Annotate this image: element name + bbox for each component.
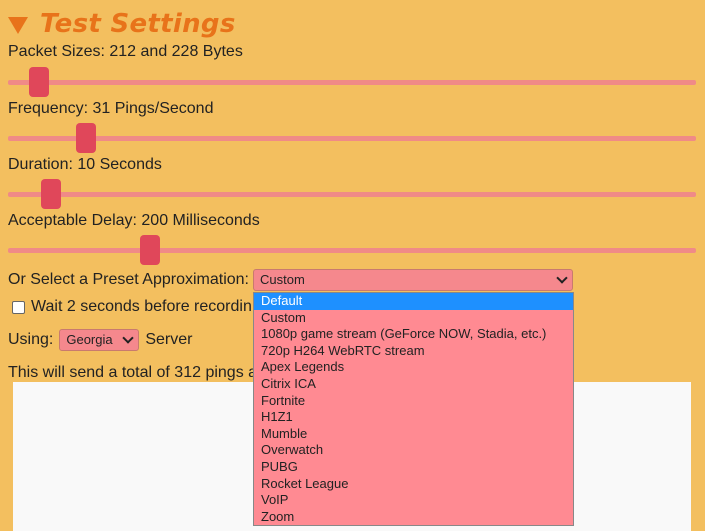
preset-option-default[interactable]: Default [254, 293, 573, 310]
frequency-label: Frequency: 31 Pings/Second [8, 100, 214, 117]
packet-sizes-slider[interactable] [8, 67, 696, 97]
preset-option-pubg[interactable]: PUBG [254, 459, 573, 476]
preset-option-rocket-league[interactable]: Rocket League [254, 476, 573, 493]
wait-checkbox[interactable] [12, 300, 25, 314]
preset-option-overwatch[interactable]: Overwatch [254, 442, 573, 459]
preset-option-custom[interactable]: Custom [254, 310, 573, 327]
preset-label: Or Select a Preset Approximation: [8, 271, 249, 288]
summary-text: This will send a total of 312 pings a [8, 364, 258, 381]
collapse-triangle-icon[interactable] [8, 16, 28, 34]
server-selected-value: Georgia [66, 332, 113, 347]
server-select[interactable]: Georgia [59, 329, 140, 351]
slider-track[interactable] [8, 192, 696, 197]
preset-option-720p-webrtc[interactable]: 720p H264 WebRTC stream [254, 343, 573, 360]
slider-thumb[interactable] [28, 67, 49, 97]
slider-thumb[interactable] [140, 235, 161, 265]
slider-thumb[interactable] [75, 123, 96, 153]
preset-select[interactable]: Custom [253, 269, 573, 291]
slider-track[interactable] [8, 248, 696, 253]
slider-track[interactable] [8, 80, 696, 85]
preset-option-1080p-game-stream[interactable]: 1080p game stream (GeForce NOW, Stadia, … [254, 326, 573, 343]
preset-option-apex-legends[interactable]: Apex Legends [254, 359, 573, 376]
duration-slider[interactable] [8, 179, 696, 209]
preset-option-mumble[interactable]: Mumble [254, 426, 573, 443]
acceptable-delay-label: Acceptable Delay: 200 Milliseconds [8, 212, 260, 229]
section-title: Test Settings [40, 9, 236, 39]
preset-selected-value: Custom [260, 272, 305, 287]
server-row: Using: Georgia Server [8, 329, 192, 351]
preset-option-voip[interactable]: VoIP [254, 492, 573, 509]
using-label: Using: [8, 331, 54, 348]
acceptable-delay-slider[interactable] [8, 235, 696, 265]
wait-label: Wait 2 seconds before recordin [31, 298, 252, 315]
duration-label: Duration: 10 Seconds [8, 156, 162, 173]
preset-dropdown-list[interactable]: Default Custom 1080p game stream (GeForc… [253, 292, 574, 526]
slider-track[interactable] [8, 136, 696, 141]
wait-option[interactable]: Wait 2 seconds before recordin [12, 298, 252, 316]
frequency-slider[interactable] [8, 123, 696, 153]
packet-sizes-label: Packet Sizes: 212 and 228 Bytes [8, 43, 243, 60]
preset-option-h1z1[interactable]: H1Z1 [254, 409, 573, 426]
preset-option-zoom[interactable]: Zoom [254, 509, 573, 526]
server-suffix-label: Server [145, 331, 193, 348]
preset-option-fortnite[interactable]: Fortnite [254, 393, 573, 410]
chevron-down-icon [556, 272, 568, 284]
preset-option-citrix-ica[interactable]: Citrix ICA [254, 376, 573, 393]
chevron-down-icon [122, 332, 135, 344]
slider-thumb[interactable] [40, 179, 61, 209]
section-header[interactable]: Test Settings [8, 6, 236, 42]
